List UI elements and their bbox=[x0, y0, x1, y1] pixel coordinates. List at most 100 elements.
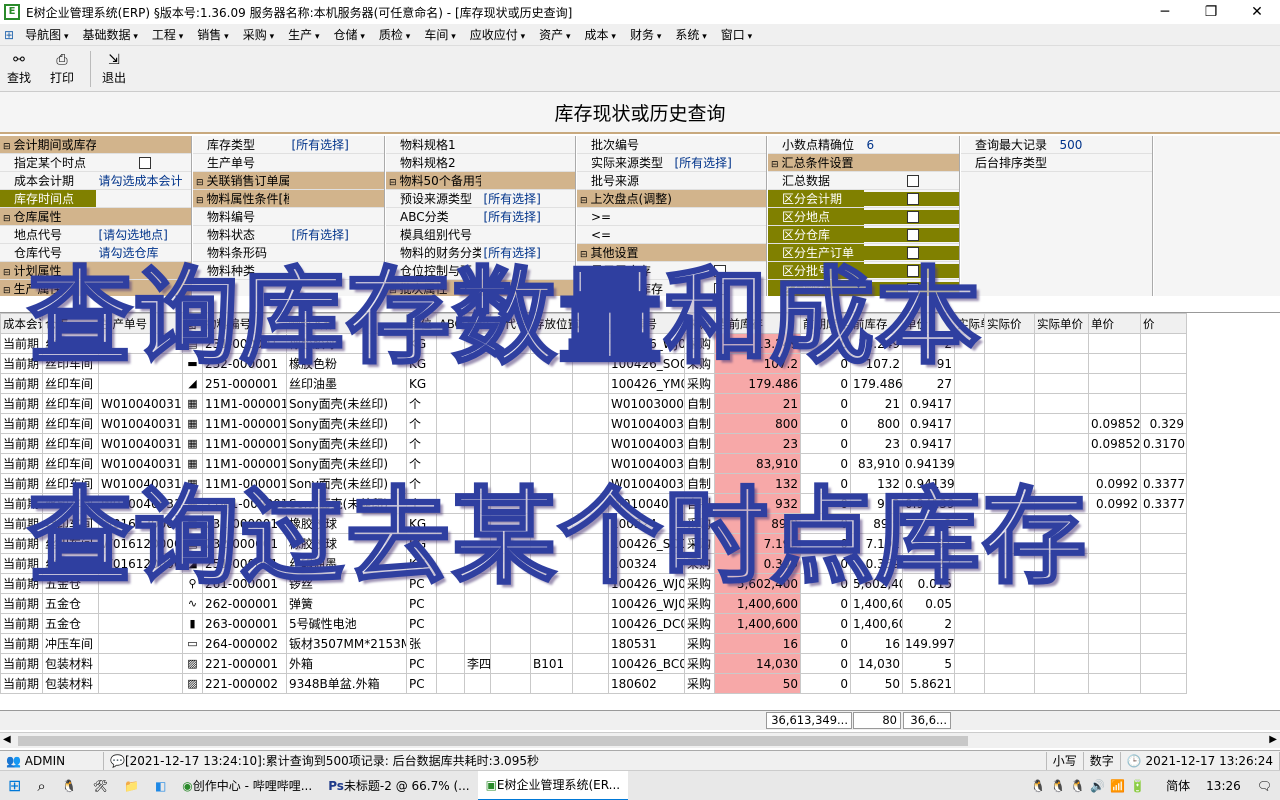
column-header[interactable]: ABC分类 bbox=[436, 313, 465, 334]
column-header[interactable]: 前期库存 bbox=[800, 313, 851, 334]
close-button[interactable]: ✕ bbox=[1234, 0, 1280, 24]
checkbox[interactable] bbox=[906, 193, 919, 205]
table-row[interactable]: 当前期五金仓 ▮263-0000015号碱性电池PC 100426_DC0001采购… bbox=[0, 613, 1187, 634]
column-header[interactable]: 批次编号 bbox=[608, 313, 685, 334]
checkbox[interactable] bbox=[906, 283, 919, 295]
filter-value[interactable]: [请勾选地点] bbox=[96, 226, 192, 243]
table-row[interactable]: 当前期 丝印车间 W0161200001 ▤ 231-000001 橡胶胶球 KG 10032… bbox=[0, 513, 1187, 534]
tray-icons[interactable]: 🐧🐧🐧🔊📶🔋 bbox=[1023, 771, 1159, 800]
filter-row[interactable]: 仓位控制与否 bbox=[386, 262, 575, 280]
column-header[interactable]: 实际单位 bbox=[954, 313, 985, 334]
filter-row[interactable]: >= bbox=[577, 208, 766, 226]
filter-row[interactable]: 库存时间点 bbox=[0, 190, 191, 208]
menu-item-5[interactable]: 生产 bbox=[281, 26, 326, 43]
menu-item-2[interactable]: 工程 bbox=[145, 26, 190, 43]
menu-item-3[interactable]: 销售 bbox=[190, 26, 235, 43]
search-icon[interactable]: ⌕ bbox=[29, 771, 53, 800]
column-header[interactable]: 单价 bbox=[1088, 313, 1141, 334]
filter-row[interactable]: 物料条形码 bbox=[193, 244, 384, 262]
filter-value[interactable]: 请勾选仓库 bbox=[96, 244, 192, 261]
menu-item-13[interactable]: 系统 bbox=[668, 26, 713, 43]
column-header[interactable]: 物料编号 bbox=[202, 313, 287, 334]
menu-item-11[interactable]: 成本 bbox=[578, 26, 623, 43]
filter-row[interactable]: <= bbox=[577, 226, 766, 244]
filter-row[interactable]: 预设来源类型 [所有选择] bbox=[386, 190, 575, 208]
collapse-icon[interactable]: ⊟ bbox=[389, 286, 397, 296]
filter-value[interactable]: 500 bbox=[1057, 138, 1153, 152]
maximize-button[interactable]: ❐ bbox=[1188, 0, 1234, 24]
filter-row[interactable]: 物料种类 bbox=[193, 262, 384, 280]
table-row[interactable]: 当前期丝印车间▤231-000001橡胶胶球KG100426_WJ0006采购1… bbox=[0, 333, 1187, 354]
collapse-icon[interactable]: ⊟ bbox=[3, 268, 11, 278]
column-header[interactable]: 单位 bbox=[406, 313, 437, 334]
column-header[interactable]: 当前库存 bbox=[714, 313, 801, 334]
filter-row[interactable]: 指定某个时点 bbox=[0, 154, 191, 172]
column-header[interactable]: 图 bbox=[182, 313, 203, 334]
vscode-icon[interactable]: ◧ bbox=[147, 771, 174, 800]
filter-row[interactable]: 区分批号 bbox=[768, 262, 959, 280]
filter-value[interactable]: [所有选择] bbox=[672, 154, 767, 171]
navigator-icon[interactable]: ⊞ bbox=[0, 28, 18, 42]
filter-checkbox[interactable] bbox=[863, 191, 959, 206]
filter-row[interactable]: 区分生产订单 bbox=[768, 244, 959, 262]
filter-row[interactable]: 区分会计期 bbox=[768, 190, 959, 208]
column-header[interactable]: 实际价 bbox=[984, 313, 1035, 334]
find-button[interactable]: ⚯ 查找 bbox=[0, 51, 38, 86]
collapse-icon[interactable]: ⊟ bbox=[580, 196, 588, 206]
menu-item-14[interactable]: 窗口 bbox=[714, 26, 759, 43]
menu-item-9[interactable]: 应收应付 bbox=[463, 26, 532, 43]
filter-value[interactable]: [所有选择] bbox=[289, 226, 385, 243]
collapse-icon[interactable]: ⊟ bbox=[580, 250, 588, 260]
filter-checkbox[interactable] bbox=[863, 227, 959, 242]
filter-checkbox[interactable] bbox=[863, 209, 959, 224]
filter-checkbox[interactable] bbox=[96, 156, 192, 170]
filter-row[interactable]: 库存类型 [所有选择] bbox=[193, 136, 384, 154]
menu-item-0[interactable]: 导航图 bbox=[18, 26, 75, 43]
tools-icon[interactable]: 🛠 bbox=[85, 771, 116, 800]
filter-row[interactable]: 汇总数据 bbox=[768, 172, 959, 190]
column-header[interactable]: 仓库 bbox=[42, 313, 99, 334]
qq-icon[interactable]: 🐧 bbox=[54, 771, 85, 800]
filter-row[interactable]: 只显示有库存 bbox=[577, 280, 766, 296]
table-row[interactable]: 当前期 丝印车间 W0100400314 ▦ 11M1-000001 Sony面壳(未丝印… bbox=[0, 413, 1187, 434]
column-header[interactable]: 存放位置 bbox=[530, 313, 573, 334]
menu-item-12[interactable]: 财务 bbox=[623, 26, 668, 43]
menu-item-1[interactable]: 基础数据 bbox=[75, 26, 144, 43]
filter-row[interactable]: ⊟ 批次属性 bbox=[386, 280, 575, 296]
table-row[interactable]: 当前期 丝印车间 W0100400314 ▦ 11M1-000001 Sony面壳(未丝印… bbox=[0, 393, 1187, 414]
filter-row[interactable]: ⊟ 其他设置 bbox=[577, 244, 766, 262]
filter-row[interactable]: 区分仓库 bbox=[768, 226, 959, 244]
filter-row[interactable]: 仓库代号 请勾选仓库 bbox=[0, 244, 191, 262]
table-row[interactable]: 当前期包装材料 ▨221-000001外箱PC 李四 B101 100426_BC000… bbox=[0, 653, 1187, 674]
scrollbar-thumb[interactable] bbox=[18, 736, 968, 746]
filter-row[interactable]: ⊟ 生产属性 bbox=[0, 280, 191, 296]
inventory-grid[interactable]: 成本会计期仓库生产单号图物料编号物料名称单位ABC分类仓位员代号存放位置说明批次… bbox=[0, 312, 1280, 732]
scroll-left-icon[interactable]: ◀ bbox=[3, 734, 11, 745]
column-header[interactable]: 实际单价 bbox=[1034, 313, 1089, 334]
collapse-icon[interactable]: ⊟ bbox=[3, 286, 11, 296]
taskbar-item-erp[interactable]: ▣ E树企业管理系统(ER... bbox=[477, 770, 629, 800]
scroll-right-icon[interactable]: ▶ bbox=[1269, 734, 1277, 745]
checkbox[interactable] bbox=[906, 247, 919, 259]
table-row[interactable]: 当前期五金仓∿262-000001弹簧PC100426_WJ0001采购1,40… bbox=[0, 593, 1187, 614]
table-row[interactable]: 当前期丝印车间▬232-000001橡胶色粉KG100426_SO001采购10… bbox=[0, 353, 1187, 374]
filter-row[interactable]: 区分物料 bbox=[768, 280, 959, 296]
checkbox[interactable] bbox=[138, 157, 151, 169]
horizontal-scrollbar[interactable]: ◀ ▶ bbox=[0, 732, 1280, 748]
filter-row[interactable]: 显示零库存 bbox=[577, 262, 766, 280]
taskbar-item-bilibili[interactable]: ◉ 创作中心 - 哔哩哔哩... bbox=[174, 771, 320, 800]
column-header[interactable]: 成本会计期 bbox=[0, 313, 43, 334]
filter-row[interactable]: 区分地点 bbox=[768, 208, 959, 226]
filter-row[interactable]: 物料编号 bbox=[193, 208, 384, 226]
column-header[interactable]: 价 bbox=[1140, 313, 1187, 334]
filter-row[interactable]: 模具组别代号 bbox=[386, 226, 575, 244]
filter-checkbox[interactable] bbox=[672, 282, 767, 296]
file-icon[interactable]: 📁 bbox=[116, 771, 147, 800]
collapse-icon[interactable]: ⊟ bbox=[389, 178, 397, 188]
menu-item-6[interactable]: 仓储 bbox=[327, 26, 372, 43]
menu-item-8[interactable]: 车间 bbox=[417, 26, 462, 43]
filter-row[interactable]: ⊟会计期间或库存时间点 bbox=[0, 136, 191, 154]
filter-value[interactable]: 6 bbox=[864, 138, 960, 152]
checkbox[interactable] bbox=[714, 283, 727, 295]
filter-value[interactable]: [所有选择] bbox=[481, 190, 576, 207]
